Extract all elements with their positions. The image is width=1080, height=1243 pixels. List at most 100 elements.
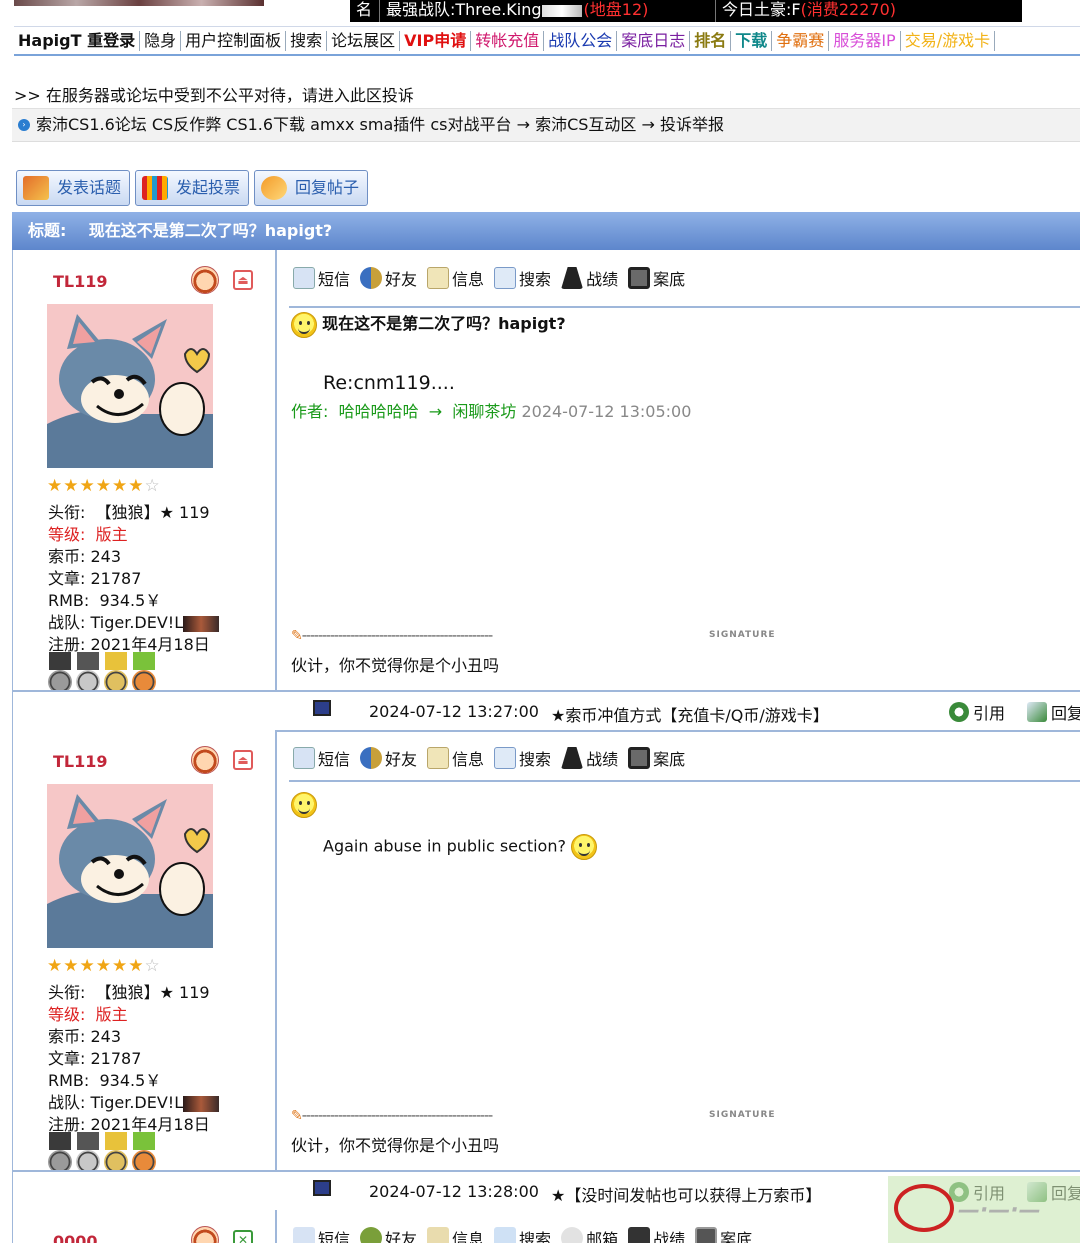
new-topic-label: 发表话题 <box>57 178 122 197</box>
nav-item[interactable]: 用户控制面板 <box>181 31 287 51</box>
new-poll-button[interactable]: 发起投票 <box>135 170 250 206</box>
nav-item[interactable]: 论坛展区 <box>327 31 401 51</box>
team-badge-icon <box>183 615 220 632</box>
pencil-icon: ✎ <box>291 628 303 644</box>
empty-star: ☆ <box>144 956 161 976</box>
team-link[interactable]: Tiger.DEV!L <box>91 1093 184 1112</box>
value: 版主 <box>95 1005 128 1024</box>
nav-item[interactable]: 隐身 <box>140 31 182 51</box>
breadcrumb[interactable]: › 索沛CS1.6论坛 CS反作弊 CS1.6下载 amxx sma插件 cs对… <box>12 108 1080 142</box>
user-rmb-row: RMB: 934.5￥ <box>48 1070 219 1092</box>
post-content: 现在这不是第二次了吗？hapigt? <box>291 310 566 338</box>
nav-item[interactable]: 转帐充值 <box>471 31 545 51</box>
reply-post-button[interactable]: 回复帖子 <box>254 170 369 206</box>
signature-divider: ✎---------------------------------------… <box>291 628 493 644</box>
info-link[interactable]: 信息 <box>427 1226 484 1243</box>
complaint-notice[interactable]: >> 在服务器或论坛中受到不公平对待，请进入此区投诉 <box>14 82 414 106</box>
avatar <box>47 304 213 468</box>
search-link[interactable]: 搜索 <box>494 1226 551 1243</box>
quote-label: 引用 <box>973 704 1006 723</box>
label: 头衔: <box>48 983 86 1002</box>
record-link[interactable]: 战绩 <box>628 1226 685 1243</box>
message-label: 短信 <box>318 270 351 289</box>
smiley-icon <box>291 311 317 338</box>
user-face-icon[interactable] <box>191 266 219 294</box>
team-flag-icon <box>541 4 582 17</box>
info-label: 信息 <box>452 1230 485 1243</box>
nav-item[interactable]: 案底日志 <box>617 31 691 51</box>
user-articles-row: 文章: 21787 <box>48 1048 219 1070</box>
mailbox-link[interactable]: 邮箱 <box>561 1226 618 1243</box>
ip-monitor-icon[interactable] <box>313 700 331 716</box>
search-icon <box>494 1227 517 1243</box>
nav-item[interactable]: 排名 <box>690 31 732 51</box>
info-link[interactable]: 信息 <box>427 746 484 770</box>
friend-link[interactable]: 好友 <box>360 746 417 770</box>
meta-author[interactable]: 哈哈哈哈哈 <box>339 402 419 421</box>
top-strip: 名 最强战队:Three.King (地盘12) 今日土豪:F(消费22270) <box>0 0 1080 22</box>
label: 头衔: <box>48 503 86 522</box>
label: 战队: <box>48 1093 86 1112</box>
team-link[interactable]: Tiger.DEV!L <box>91 613 184 632</box>
avatar <box>47 784 213 948</box>
post-username[interactable]: 0000 <box>53 1232 98 1243</box>
user-face-icon[interactable] <box>191 746 219 774</box>
message-link[interactable]: 短信 <box>293 746 350 770</box>
user-face-icon[interactable] <box>191 1226 219 1243</box>
nav-item[interactable]: 争霸赛 <box>772 31 830 51</box>
search-label: 搜索 <box>519 1230 552 1243</box>
case-link[interactable]: 案底 <box>628 266 685 290</box>
breadcrumb-text[interactable]: 索沛CS1.6论坛 CS反作弊 CS1.6下载 amxx sma插件 cs对战平… <box>36 115 724 134</box>
footer-note[interactable]: ★【没时间发帖也可以获得上万索币】 <box>551 1182 821 1206</box>
footer-note[interactable]: ★索币冲值方式【充值卡/Q币/游戏卡】 <box>551 702 829 726</box>
nav-item[interactable]: 下载 <box>731 31 773 51</box>
record-link[interactable]: 战绩 <box>561 266 618 290</box>
post-username[interactable]: TL119 <box>53 272 108 291</box>
thread-title: 现在这不是第二次了吗？hapigt? <box>88 221 333 240</box>
nav-item[interactable]: 搜索 <box>286 31 328 51</box>
gender-icon: ✕ <box>233 1230 253 1243</box>
info-icon <box>427 267 450 289</box>
post-time: 2024-07-12 13:28:00 <box>369 1182 539 1201</box>
label: 战队: <box>48 613 86 632</box>
friend-link[interactable]: 好友 <box>360 1226 417 1243</box>
nav-item[interactable]: 战队公会 <box>544 31 618 51</box>
nav-item[interactable]: HapigT 重登录 <box>14 31 141 51</box>
quote-button[interactable]: 引用 <box>949 700 1005 724</box>
top-spender-value: (消费22270) <box>800 0 896 19</box>
rank-col1: 名 <box>350 0 380 22</box>
signature-tag: SIGNATURE <box>709 630 776 640</box>
nav-item[interactable]: VIP申请 <box>400 31 472 51</box>
search-icon <box>494 747 517 769</box>
search-link[interactable]: 搜索 <box>494 746 551 770</box>
rank-stars: ★★★★★★☆ <box>47 956 161 976</box>
meta-board[interactable]: 闲聊茶坊 <box>452 402 516 421</box>
case-link[interactable]: 案底 <box>695 1226 752 1243</box>
label: 索币: <box>48 1027 86 1046</box>
nav-item[interactable]: 交易/游戏卡 <box>901 31 996 51</box>
top-spender[interactable]: 今日土豪:F(消费22270) <box>716 0 1022 22</box>
new-topic-button[interactable]: 发表话题 <box>16 170 131 206</box>
ip-monitor-icon[interactable] <box>313 1180 331 1196</box>
nav-item[interactable]: 服务器IP <box>829 31 901 51</box>
strongest-team[interactable]: 最强战队:Three.King (地盘12) <box>380 0 716 22</box>
site-watermark: —·—·— <box>888 1176 1080 1243</box>
mailbox-label: 邮箱 <box>586 1230 619 1243</box>
search-link[interactable]: 搜索 <box>494 266 551 290</box>
friend-label: 好友 <box>385 750 418 769</box>
gender-icon: ⏏ <box>233 750 253 770</box>
record-link[interactable]: 战绩 <box>561 746 618 770</box>
post-toolbar: 短信 好友 信息 搜索 战绩 案底 <box>293 746 685 770</box>
info-label: 信息 <box>452 750 485 769</box>
info-link[interactable]: 信息 <box>427 266 484 290</box>
label: 文章: <box>48 569 86 588</box>
case-link[interactable]: 案底 <box>628 746 685 770</box>
friend-link[interactable]: 好友 <box>360 266 417 290</box>
post-toolbar: 短信 好友 信息 搜索 邮箱 战绩 案底 <box>293 1226 752 1243</box>
message-link[interactable]: 短信 <box>293 266 350 290</box>
message-link[interactable]: 短信 <box>293 1226 350 1243</box>
case-label: 案底 <box>653 750 686 769</box>
post-username[interactable]: TL119 <box>53 752 108 771</box>
reply-button[interactable]: 回复 <box>1027 700 1080 724</box>
label: RMB: <box>48 1071 90 1090</box>
